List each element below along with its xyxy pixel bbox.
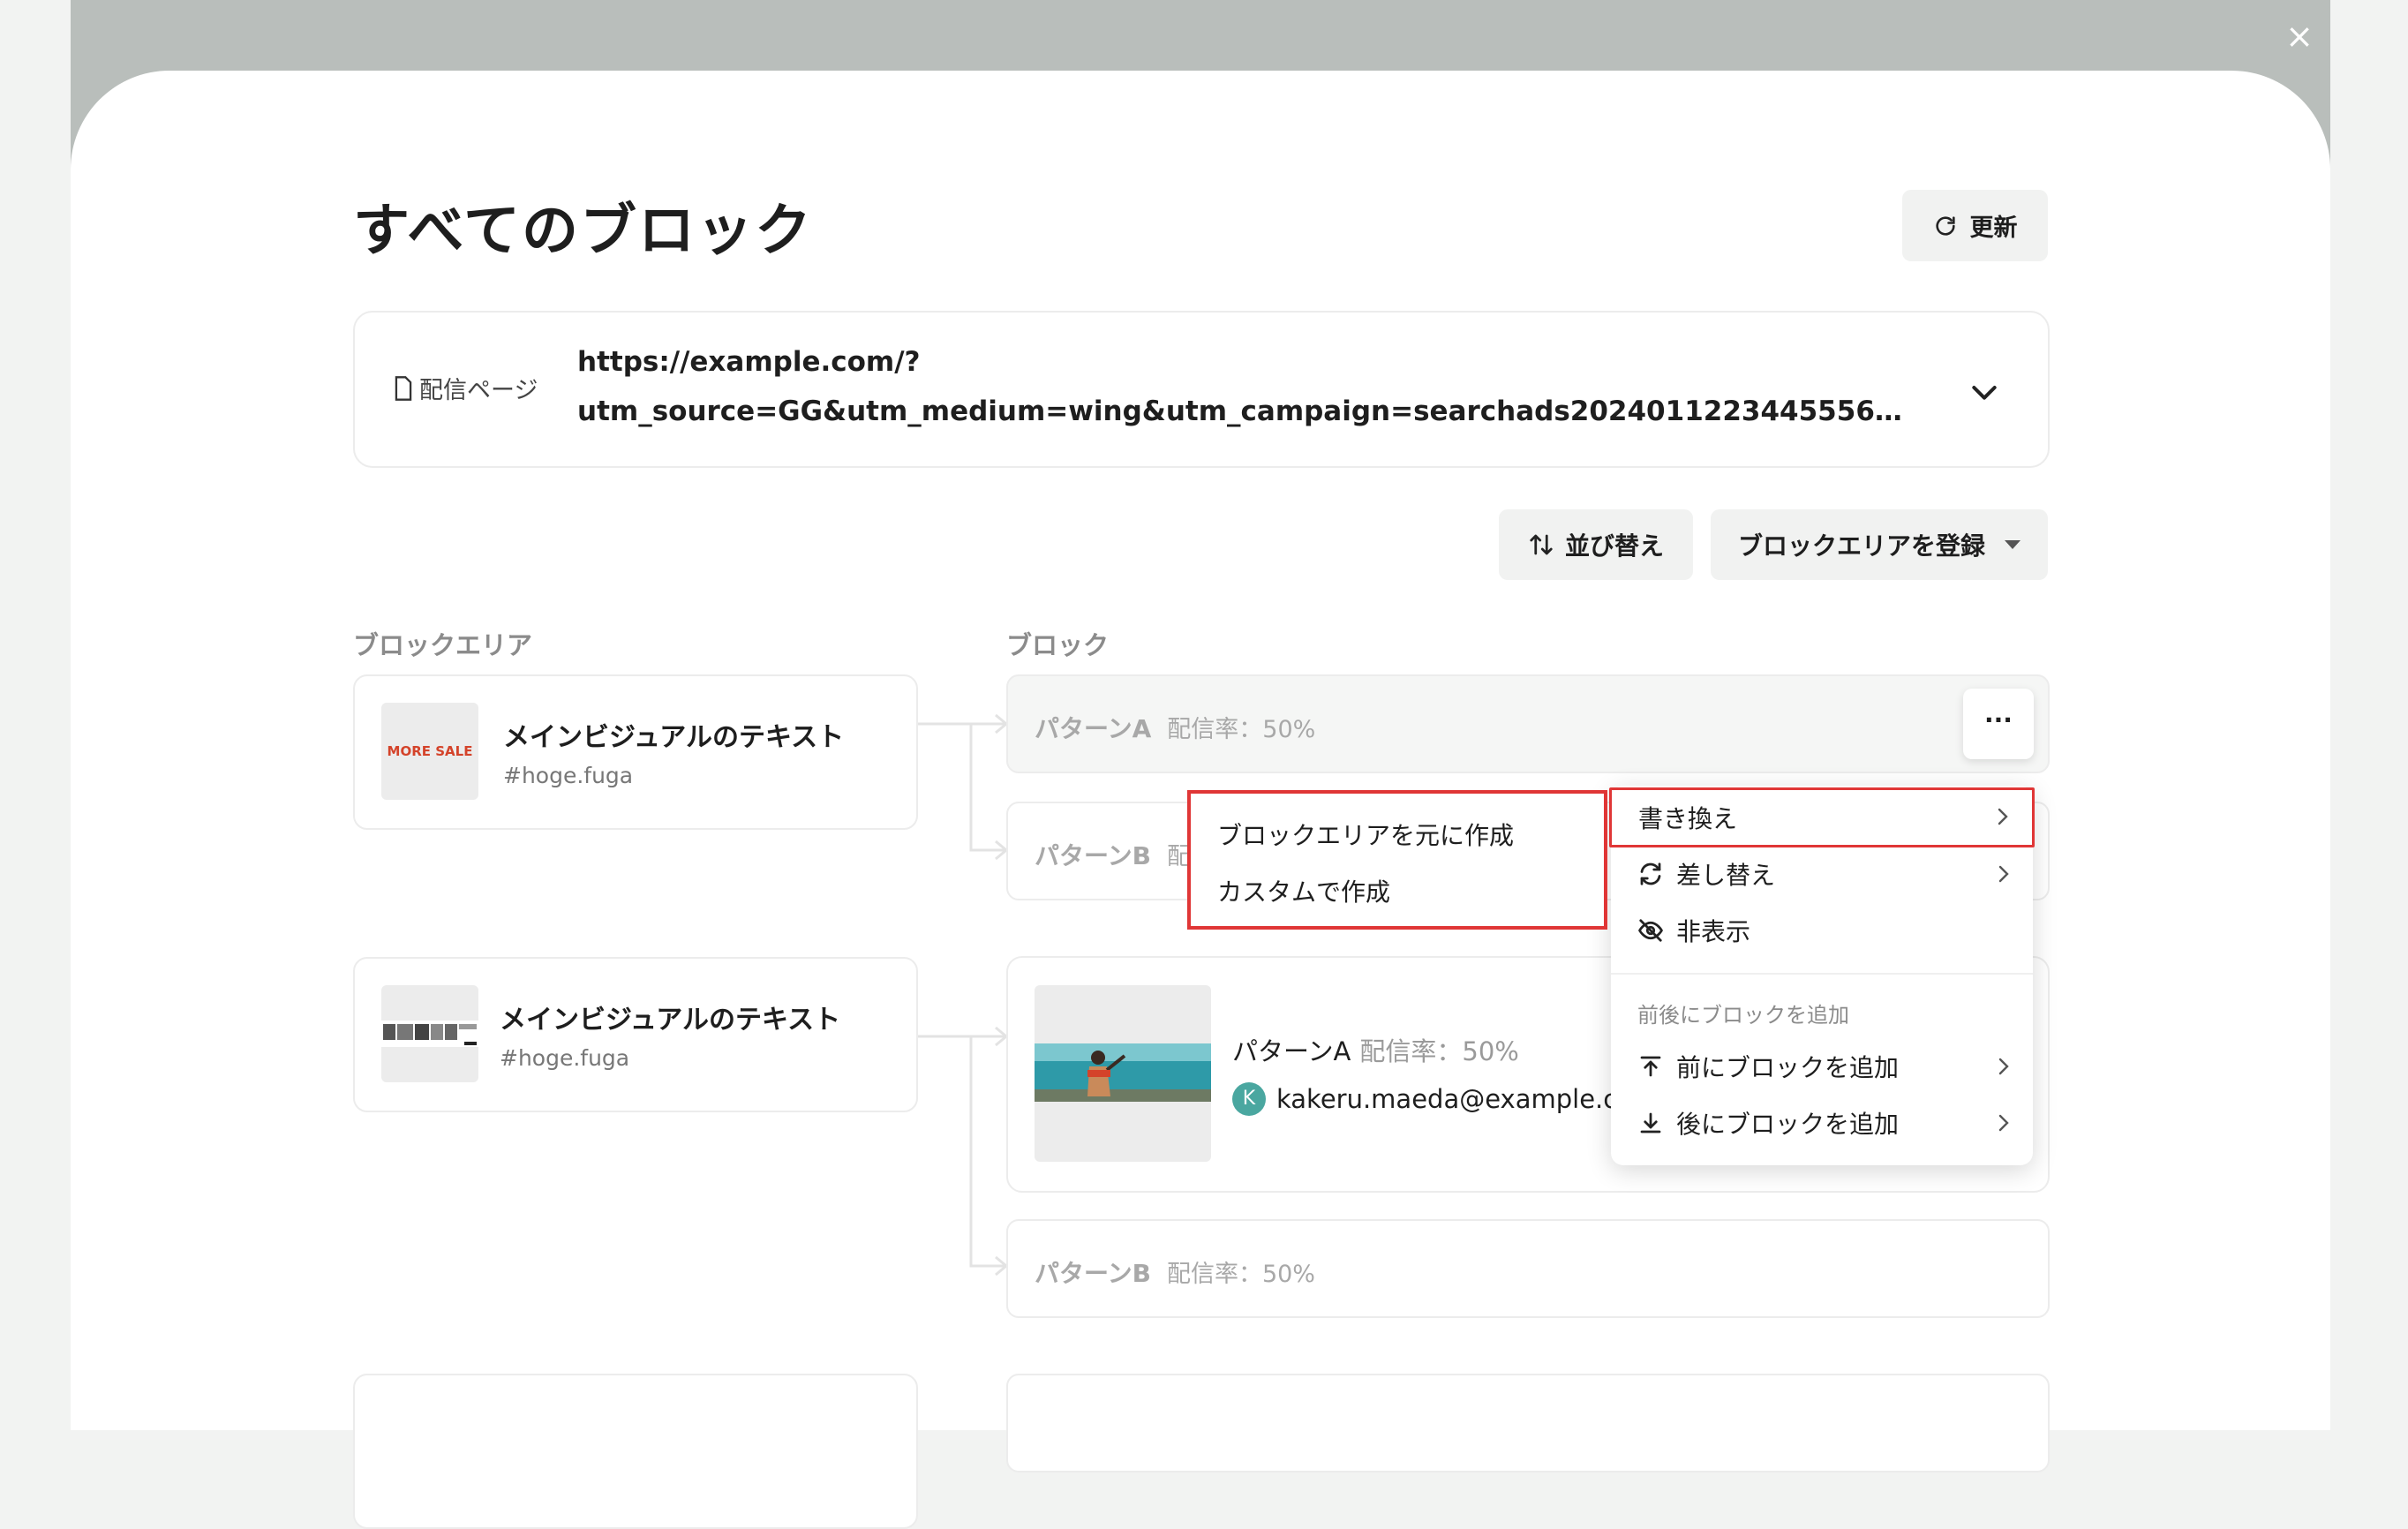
eye-off-icon <box>1638 919 1663 942</box>
block-area-card[interactable]: MORE SALE メインビジュアルのテキスト #hoge.fuga <box>353 674 918 830</box>
block-pattern-info: パターンA 配信率：50% <box>1232 1031 1519 1068</box>
menu-item-label: 前にブロックを追加 <box>1676 1053 1900 1082</box>
menu-item-add-before[interactable]: 前にブロックを追加 <box>1611 1040 2033 1093</box>
block-delivery-rate: 配信率：50% <box>1166 1261 1315 1288</box>
block-area-thumbnail: MORE SALE <box>381 703 478 800</box>
block-area-card[interactable] <box>353 1374 918 1529</box>
swap-icon <box>1640 862 1661 885</box>
thumbnail-caption: MORE SALE <box>387 743 473 759</box>
block-area-selector: #hoge.fuga <box>500 1045 630 1071</box>
refresh-icon <box>1935 215 1955 236</box>
insert-above-icon <box>1640 1056 1661 1077</box>
chevron-right-icon <box>1998 1058 2009 1075</box>
document-icon <box>395 375 412 401</box>
delivery-page-url-line2: utm_source=GG&utm_medium=wing&utm_campai… <box>577 395 1910 427</box>
menu-item-rewrite[interactable]: 書き換え <box>1609 787 2035 847</box>
chevron-right-icon <box>1998 808 2008 825</box>
refresh-button[interactable]: 更新 <box>1902 190 2048 261</box>
menu-item-label: 差し替え <box>1676 861 1776 890</box>
block-row[interactable]: パターンA 配信率：50% <box>1006 674 2050 773</box>
menu-item-label: 書き換え <box>1638 804 1738 833</box>
chevron-right-icon <box>1998 1114 2009 1132</box>
menu-item-replace[interactable]: 差し替え <box>1611 847 2033 900</box>
register-label: ブロックエリアを登録 <box>1737 531 1985 561</box>
block-area-name: メインビジュアルのテキスト <box>500 1005 841 1036</box>
sort-icon <box>1530 534 1553 555</box>
block-pattern-info: パターンB 配 <box>1035 837 1191 872</box>
block-area-name: メインビジュアルのテキスト <box>503 722 845 753</box>
block-area-card[interactable]: メインビジュアルのテキスト #hoge.fuga <box>353 957 918 1112</box>
delivery-page-panel[interactable] <box>353 311 2050 468</box>
block-area-selector: #hoge.fuga <box>503 763 634 788</box>
block-area-thumbnail <box>381 985 478 1082</box>
sort-label: 並び替え <box>1564 531 1664 561</box>
submenu-item-from-block-area[interactable]: ブロックエリアを元に作成 <box>1217 817 1514 852</box>
block-row[interactable] <box>1006 1374 2050 1473</box>
chevron-right-icon <box>1998 865 2009 883</box>
connector-lines <box>916 713 1009 1277</box>
delivery-page-label-group: 配信ページ <box>393 371 538 405</box>
menu-item-label: 後にブロックを追加 <box>1676 1110 1900 1139</box>
block-pattern-name: パターンB <box>1035 1259 1151 1288</box>
column-header-block-area: ブロックエリア <box>353 630 533 660</box>
block-pattern-name: パターンA <box>1035 714 1152 743</box>
block-author: K kakeru.maeda@example.com <box>1232 1082 1658 1116</box>
delivery-page-url-line1: https://example.com/? <box>577 346 921 378</box>
block-thumbnail <box>1035 985 1211 1162</box>
menu-section-title: 前後にブロックを追加 <box>1637 1003 1849 1028</box>
thumbnail-image <box>1035 1043 1211 1102</box>
close-icon[interactable]: × <box>2279 16 2320 56</box>
context-menu: 書き換え 差し替え 非表示 前後にブロックを追加 前にブロックを追加 後にブロッ… <box>1609 786 2035 1165</box>
block-pattern-info: パターンA 配信率：50% <box>1035 710 1315 745</box>
caret-down-icon <box>2005 540 2020 549</box>
block-delivery-rate: 配信率：50% <box>1167 716 1316 743</box>
chevron-down-icon[interactable] <box>1967 374 2002 410</box>
block-pattern-name: パターンA <box>1232 1036 1351 1066</box>
delivery-page-label: 配信ページ <box>419 377 538 404</box>
menu-item-add-after[interactable]: 後にブロックを追加 <box>1611 1096 2033 1149</box>
refresh-label: 更新 <box>1969 215 2018 242</box>
rewrite-submenu: ブロックエリアを元に作成 カスタムで作成 <box>1187 790 1607 930</box>
submenu-item-custom[interactable]: カスタムで作成 <box>1217 873 1390 908</box>
menu-item-label: 非表示 <box>1676 917 1751 946</box>
author-email: kakeru.maeda@example.com <box>1276 1084 1659 1114</box>
block-row[interactable]: パターンB 配信率：50% <box>1006 1219 2050 1318</box>
sort-button[interactable]: 並び替え <box>1499 509 1693 580</box>
insert-below-icon <box>1640 1112 1661 1134</box>
thumbnail-image <box>381 1021 478 1047</box>
page-title: すべてのブロック <box>353 199 813 264</box>
more-options-button[interactable]: ··· <box>1963 689 2034 759</box>
column-header-block: ブロック <box>1006 630 1110 660</box>
avatar: K <box>1232 1082 1266 1116</box>
menu-item-hide[interactable]: 非表示 <box>1611 904 2033 957</box>
register-block-area-button[interactable]: ブロックエリアを登録 <box>1711 509 2048 580</box>
menu-divider <box>1611 973 2033 975</box>
block-pattern-info: パターンB 配信率：50% <box>1035 1254 1315 1290</box>
block-delivery-rate: 配信率：50% <box>1359 1036 1519 1066</box>
block-pattern-name: パターンB <box>1035 841 1151 870</box>
